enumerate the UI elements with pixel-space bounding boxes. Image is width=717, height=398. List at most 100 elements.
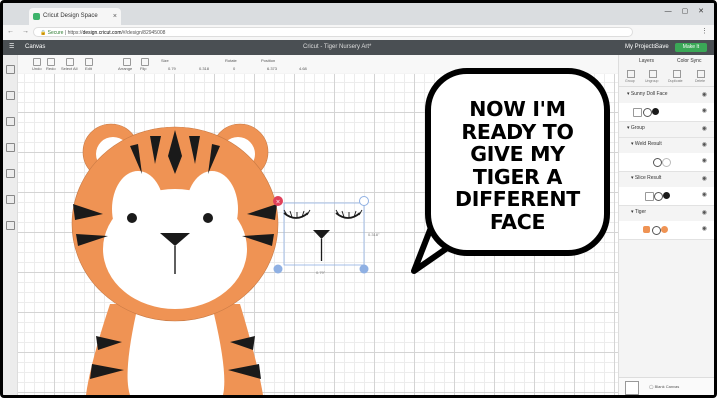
position-label: Position [261,58,276,63]
visibility-eye-icon[interactable]: ◉ [702,209,707,216]
color-swatch[interactable] [652,226,661,235]
speech-bubble: NOW I'M READY TO GIVE MY TIGER A DIFFERE… [425,68,610,256]
tab-layers[interactable]: Layers [639,58,654,64]
layer-row-weld-result[interactable]: ▾ Weld Result ◉ [619,137,714,154]
tiger-head[interactable] [71,126,279,322]
favicon-icon [33,13,40,20]
templates-icon[interactable] [6,91,15,100]
visibility-eye-icon[interactable]: ◉ [702,225,707,232]
y-position-value[interactable]: 4.68 [299,66,307,71]
window-controls[interactable]: — ▢ ✕ [665,7,708,15]
canvas-label: Canvas [25,44,46,50]
rotate-value[interactable]: 0 [233,66,235,71]
lock-icon: 🔒 [40,30,47,36]
visibility-eye-icon[interactable]: ◉ [702,175,707,182]
layer-swatch-row[interactable]: ◉ [619,187,714,206]
hamburger-menu-icon[interactable]: ☰ [9,40,14,55]
project-title: Cricut - Tiger Nursery Art* [303,44,372,50]
flip-label: Flip [140,66,147,71]
secure-label: Secure [47,30,64,36]
color-swatch[interactable] [652,108,659,115]
layers-panel: Layers Color Sync Group Ungroup Duplicat… [618,55,714,395]
make-it-button[interactable]: Make It [675,43,707,52]
blank-canvas-label: ◯ Blank Canvas [649,384,680,389]
visibility-eye-icon[interactable]: ◉ [702,191,707,198]
upload-icon[interactable] [6,221,15,230]
select-all-icon[interactable] [66,58,74,66]
url-path: /#/design/82945008 [121,30,166,36]
text-icon[interactable] [6,169,15,178]
flip-icon[interactable] [141,58,149,66]
layer-label: ▾ Tiger [631,209,647,215]
save-link[interactable]: Save [655,40,669,55]
color-swatch[interactable] [662,158,671,167]
url-domain: design.cricut.com [82,30,122,36]
height-value[interactable]: 0.318 [199,66,209,71]
blank-canvas-row[interactable]: ◯ Blank Canvas [619,377,714,395]
layer-label: ▾ Sunny Doll Face [627,91,668,97]
shapes-icon[interactable] [6,195,15,204]
layer-swatch-row[interactable]: ◉ [619,103,714,122]
color-swatch[interactable] [661,226,668,233]
visibility-eye-icon[interactable]: ◉ [702,125,707,132]
ungroup-label: Ungroup [645,79,659,83]
resize-handle-icon[interactable] [359,264,369,274]
layer-swatch-row[interactable]: ◉ [619,221,714,240]
selected-face-group[interactable] [283,202,365,266]
layer-row-sunny-doll-face[interactable]: ▾ Sunny Doll Face ◉ [619,87,714,104]
lock-handle-icon[interactable] [273,264,283,274]
screenshot-frame: Cricut Design Space × — ▢ ✕ ← → ⟳ 🔒 Secu… [0,0,717,398]
layer-label: ▾ Slice Result [631,175,662,181]
images-icon[interactable] [6,143,15,152]
duplicate-icon[interactable] [673,70,681,78]
browser-tab[interactable]: Cricut Design Space × [29,8,121,25]
rotate-handle-icon[interactable] [359,196,369,206]
color-swatch[interactable] [663,192,670,199]
ungroup-icon[interactable] [649,70,657,78]
x-position-value[interactable]: 6.373 [267,66,277,71]
browser-menu-icon[interactable]: ⋮ [701,27,708,35]
tab-title: Cricut Design Space [43,13,98,19]
redo-icon[interactable] [47,58,55,66]
arrange-icon[interactable] [123,58,131,66]
color-swatch[interactable] [643,108,652,117]
layer-label: ▾ Group [627,125,645,131]
visibility-eye-icon[interactable]: ◉ [702,107,707,114]
layer-label: ▾ Weld Result [631,141,662,147]
redo-label: Redo [46,66,56,71]
layer-row-group[interactable]: ▾ Group ◉ [619,121,714,138]
selection-width-label: 0.79" [316,270,326,275]
projects-icon[interactable] [6,117,15,126]
speech-bubble-text: NOW I'M READY TO GIVE MY TIGER A DIFFERE… [455,97,580,234]
app-header: ☰ Canvas Cricut - Tiger Nursery Art* My … [3,40,714,55]
new-project-icon[interactable] [6,65,15,74]
select-all-label: Select All [61,66,78,71]
color-swatch[interactable] [653,158,662,167]
svg-text:×: × [276,199,281,206]
close-tab-icon[interactable]: × [113,8,117,25]
blank-canvas-swatch[interactable] [625,381,639,395]
left-sidebar [3,55,18,395]
visibility-eye-icon[interactable]: ◉ [702,141,707,148]
browser-tab-bar: Cricut Design Space × — ▢ ✕ [3,3,714,25]
layer-swatch-row[interactable]: ◉ [619,153,714,172]
layer-row-slice-result[interactable]: ▾ Slice Result ◉ [619,171,714,188]
my-projects-link[interactable]: My Projects [625,40,656,55]
layer-thumbnail [633,108,642,117]
address-bar: ← → ⟳ 🔒 Secure | https://design.cricut.c… [3,25,714,41]
visibility-eye-icon[interactable]: ◉ [702,157,707,164]
undo-label: Undo [32,66,42,71]
group-label: Group [625,79,635,83]
undo-icon[interactable] [33,58,41,66]
layer-row-tiger[interactable]: ▾ Tiger ◉ [619,205,714,222]
size-label: Size [161,58,169,63]
group-icon[interactable] [627,70,635,78]
color-swatch[interactable] [654,192,663,201]
edit-icon[interactable] [85,58,93,66]
tab-color-sync[interactable]: Color Sync [677,58,701,64]
delete-icon[interactable] [697,70,705,78]
rotate-label: Rotate [225,58,237,63]
visibility-eye-icon[interactable]: ◉ [702,91,707,98]
width-value[interactable]: 0.79 [168,66,176,71]
url-field[interactable]: 🔒 Secure | https://design.cricut.com/#/d… [33,27,633,37]
